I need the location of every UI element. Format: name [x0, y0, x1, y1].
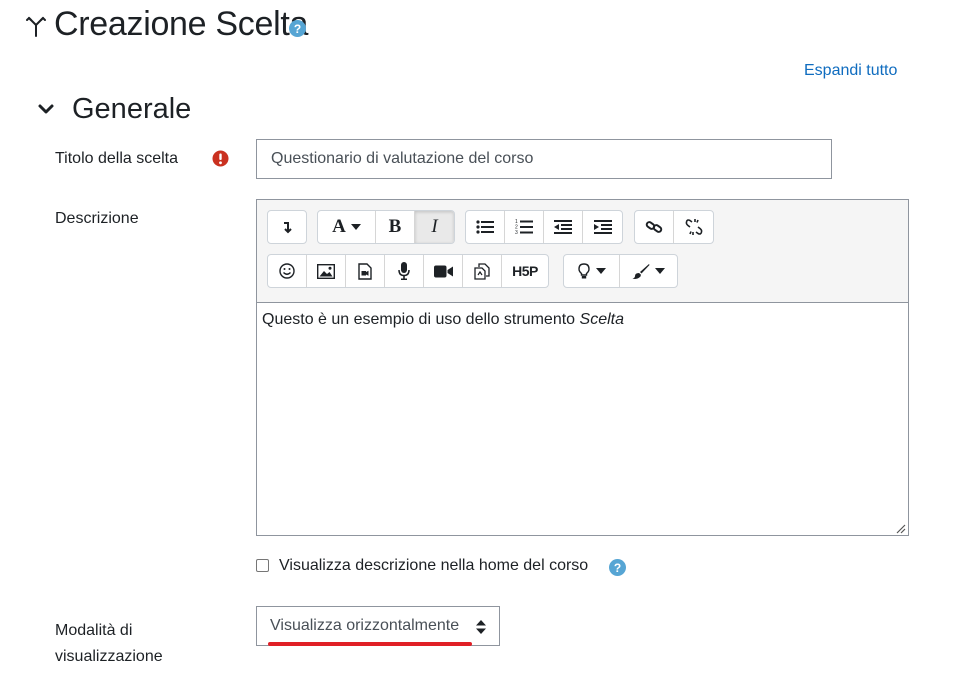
- record-audio-button[interactable]: [385, 255, 424, 287]
- highlight-underline: [268, 642, 472, 646]
- toolbar-group-style: A B I: [317, 210, 455, 244]
- video-camera-icon: [433, 265, 453, 277]
- toolbar-group-links: [634, 210, 714, 244]
- help-icon[interactable]: ?: [289, 20, 306, 37]
- indent-button[interactable]: [583, 211, 622, 243]
- chevron-down-icon[interactable]: [36, 100, 56, 120]
- bold-button[interactable]: B: [376, 211, 415, 243]
- editor-content-area[interactable]: Questo è un esempio di uso dello strumen…: [257, 303, 908, 535]
- paintbrush-icon: [632, 264, 650, 279]
- description-label: Descrizione: [55, 210, 139, 227]
- toolbar-group-lists: 123: [465, 210, 623, 244]
- files-icon: [473, 262, 490, 280]
- image-icon: [317, 263, 335, 279]
- svg-text:3: 3: [515, 230, 518, 235]
- select-arrows-icon: [476, 620, 486, 634]
- toggle-toolbar-button[interactable]: [268, 211, 306, 243]
- font-style-dropdown[interactable]: A: [318, 211, 376, 243]
- link-icon: [645, 221, 663, 233]
- title-field-label: Titolo della scelta: [55, 150, 179, 167]
- choice-module-icon: [24, 14, 48, 38]
- unlink-button[interactable]: [674, 211, 713, 243]
- smiley-icon: [279, 263, 295, 279]
- resize-handle-icon[interactable]: [894, 521, 906, 534]
- display-mode-label: Modalità di visualizzazione: [55, 622, 163, 665]
- title-input[interactable]: [256, 139, 832, 179]
- expand-all-link[interactable]: Espandi tutto: [804, 62, 897, 80]
- h5p-button[interactable]: H5P: [502, 255, 548, 287]
- toolbar-group-media: H5P: [267, 254, 549, 288]
- media-button[interactable]: [346, 255, 385, 287]
- accessibility-checker-button[interactable]: [564, 255, 620, 287]
- italic-label: I: [431, 216, 438, 237]
- page-title: Creazione Scelta: [54, 5, 309, 43]
- outdent-button[interactable]: [544, 211, 583, 243]
- help-icon[interactable]: ?: [609, 559, 626, 576]
- numbered-list-icon: 123: [515, 219, 533, 235]
- unlink-icon: [685, 219, 702, 235]
- display-mode-select[interactable]: Visualizza orizzontalmente: [256, 606, 500, 646]
- bullet-list-button[interactable]: [466, 211, 505, 243]
- manage-files-button[interactable]: [463, 255, 502, 287]
- caret-down-icon: [350, 224, 361, 230]
- svg-text:?: ?: [294, 22, 301, 36]
- section-title-generale[interactable]: Generale: [72, 93, 191, 126]
- italic-button[interactable]: I: [415, 211, 454, 243]
- show-description-label[interactable]: Visualizza descrizione nella home del co…: [279, 557, 588, 575]
- bold-label: B: [388, 216, 402, 237]
- toolbar-group-collapse: [267, 210, 307, 244]
- image-button[interactable]: [307, 255, 346, 287]
- display-mode-selected-value: Visualizza orizzontalmente: [270, 617, 460, 634]
- numbered-list-button[interactable]: 123: [505, 211, 544, 243]
- link-button[interactable]: [635, 211, 674, 243]
- record-video-button[interactable]: [424, 255, 463, 287]
- lightbulb-icon: [577, 263, 590, 279]
- h5p-icon: H5P: [512, 263, 538, 279]
- font-style-label: A: [332, 216, 346, 237]
- editor-toolbar: A B I 123 H5P: [257, 200, 908, 303]
- show-description-checkbox[interactable]: [256, 559, 269, 572]
- toolbar-group-accessibility: [563, 254, 678, 288]
- outdent-icon: [554, 220, 572, 234]
- text-color-button[interactable]: [620, 255, 677, 287]
- required-icon: [212, 150, 229, 167]
- bullet-list-icon: [476, 220, 494, 234]
- editor-text: Questo è un esempio di uso dello strumen…: [262, 311, 580, 328]
- svg-text:?: ?: [614, 561, 621, 575]
- caret-down-icon: [595, 268, 606, 274]
- emoji-button[interactable]: [268, 255, 307, 287]
- editor-text-italic: Scelta: [579, 311, 624, 328]
- indent-icon: [593, 220, 612, 234]
- caret-down-icon: [655, 268, 665, 274]
- rich-text-editor[interactable]: A B I 123 H5P Questo è un esempio di uso…: [256, 199, 909, 536]
- media-file-icon: [358, 262, 372, 280]
- microphone-icon: [398, 262, 410, 280]
